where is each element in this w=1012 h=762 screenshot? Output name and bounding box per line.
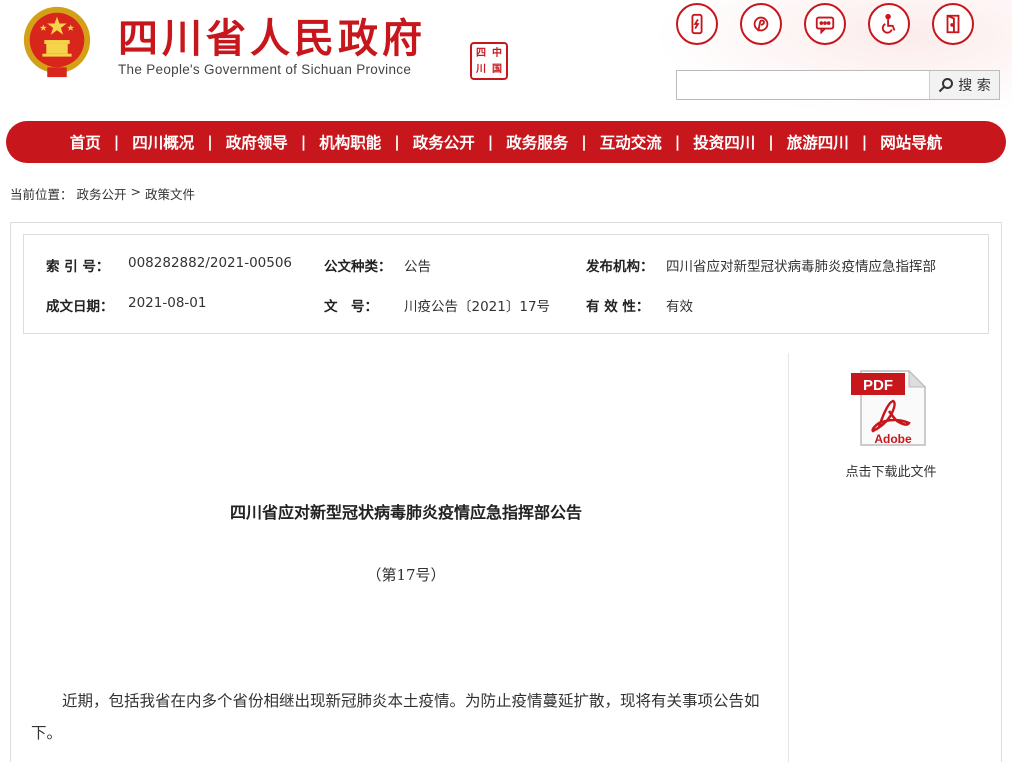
main-nav: 首页 | 四川概况 | 政府领导 | 机构职能 | 政务公开 | 政务服务 | 互动交流 | … (6, 121, 1006, 163)
seal-char: 中 (492, 48, 502, 59)
download-file-link[interactable]: 点击下载此文件 (801, 461, 981, 480)
site-title: 四川省人民政府 (118, 15, 426, 62)
type-label: 公文种类： (324, 259, 392, 275)
nav-separator: | (581, 133, 587, 151)
nav-separator: | (487, 133, 494, 151)
nav-item-home[interactable]: 首页 (60, 131, 111, 153)
nav-item-interaction[interactable]: 互动交流 (590, 131, 672, 153)
seal-logo: 四 中 川 国 (470, 42, 508, 80)
nav-separator: | (674, 133, 681, 151)
mobile-icon[interactable] (676, 3, 718, 45)
seal-char: 国 (492, 64, 502, 75)
pdf-label: PDF (863, 377, 893, 394)
document-number: （第17号） (366, 566, 446, 584)
type-value: 公告 (404, 259, 431, 275)
nav-separator: | (207, 133, 213, 151)
breadcrumb-open-affairs[interactable]: 政务公开 (77, 184, 127, 203)
doc-info-box: 索 引 号： 008282882/2021-00506 公文种类： 公告 发布机… (23, 234, 989, 334)
date-value: 2021-08-01 (128, 295, 207, 311)
index-value: 008282882/2021-00506 (128, 255, 293, 271)
search-input[interactable] (677, 71, 929, 99)
info-row: 索 引 号： 008282882/2021-00506 公文种类： 公告 发布机… (24, 255, 990, 277)
doc-number-value: 川疫公告〔2021〕17号 (404, 299, 551, 315)
article-content: 四川省应对新型冠状病毒肺炎疫情应急指挥部公告 （第17号） 近期，包括我省在内多… (23, 353, 789, 762)
breadcrumb: 当前位置： 政务公开 > 政策文件 (10, 184, 195, 203)
org-value: 四川省应对新型冠状病毒肺炎疫情应急指挥部 (666, 259, 936, 275)
download-sidebar: PDF Adobe 点击下载此文件 (801, 353, 981, 653)
search-button[interactable]: 搜 索 (929, 71, 999, 99)
validity-value: 有效 (666, 299, 693, 315)
nav-item-services[interactable]: 政务服务 (496, 131, 578, 153)
nav-item-leaders[interactable]: 政府领导 (216, 131, 298, 153)
breadcrumb-prefix: 当前位置： (10, 187, 73, 202)
nav-item-sitemap[interactable]: 网站导航 (870, 131, 952, 153)
nav-separator: | (768, 133, 774, 151)
document-paragraph: 近期，包括我省在内多个省份相继出现新冠肺炎本土疫情。为防止疫情蔓延扩散，现将有关… (31, 692, 760, 742)
national-emblem-icon[interactable] (18, 2, 96, 82)
seal-char: 川 (476, 64, 486, 75)
breadcrumb-separator: > (130, 184, 142, 199)
nav-item-tourism[interactable]: 旅游四川 (777, 131, 859, 153)
message-icon[interactable] (804, 3, 846, 45)
nav-item-invest[interactable]: 投资四川 (683, 131, 765, 153)
info-row: 成文日期： 2021-08-01 文 号： 川疫公告〔2021〕17号 有 效 … (24, 295, 990, 317)
doc-number-label: 文 号： (324, 299, 378, 315)
search-box: 搜 索 (676, 70, 1000, 100)
date-label: 成文日期： (46, 299, 114, 315)
index-label: 索 引 号： (46, 259, 110, 275)
weibo-icon[interactable] (740, 3, 782, 45)
adobe-label: Adobe (874, 432, 912, 446)
top-icon-bar (676, 3, 974, 45)
nav-item-overview[interactable]: 四川概况 (122, 131, 204, 153)
site-header: 四川省人民政府 The People's Government of Sichu… (0, 0, 1012, 118)
nav-separator: | (394, 133, 400, 151)
seal-char: 四 (476, 48, 486, 59)
nav-separator: | (861, 133, 868, 151)
site-subtitle: The People's Government of Sichuan Provi… (118, 62, 412, 77)
pdf-file-icon[interactable]: PDF Adobe (849, 367, 929, 449)
nav-item-open-affairs[interactable]: 政务公开 (403, 131, 485, 153)
nav-separator: | (300, 133, 307, 151)
article-frame: 索 引 号： 008282882/2021-00506 公文种类： 公告 发布机… (10, 222, 1002, 762)
search-button-label: 搜 索 (958, 78, 991, 94)
nav-separator: | (113, 133, 120, 151)
document-title: 四川省应对新型冠状病毒肺炎疫情应急指挥部公告 (229, 503, 582, 522)
org-label: 发布机构： (586, 259, 654, 275)
validity-label: 有 效 性： (586, 299, 650, 315)
search-icon (939, 78, 954, 93)
exit-icon[interactable] (932, 3, 974, 45)
nav-item-institutions[interactable]: 机构职能 (309, 131, 391, 153)
accessibility-icon[interactable] (868, 3, 910, 45)
breadcrumb-policy-docs[interactable]: 政策文件 (145, 184, 195, 203)
